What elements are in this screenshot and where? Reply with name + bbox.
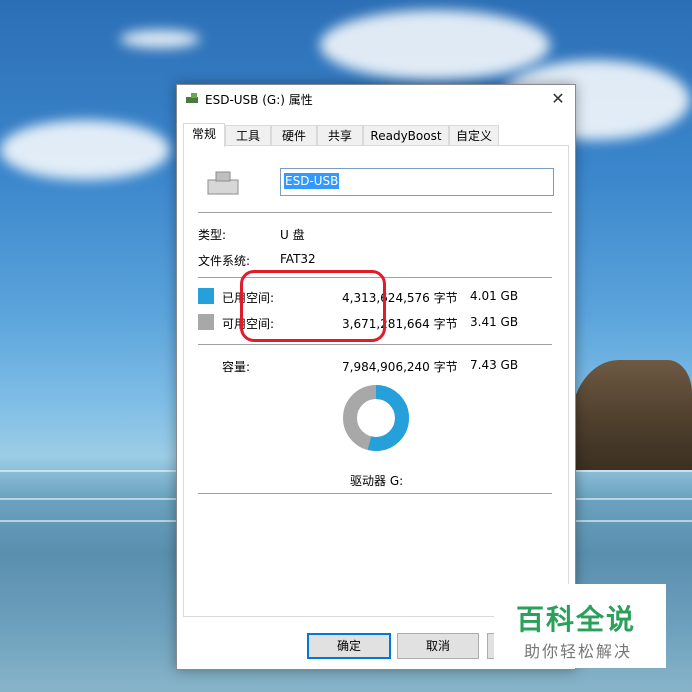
divider <box>198 493 552 494</box>
capacity-gb: 7.43 GB <box>470 358 519 372</box>
filesystem-label: 文件系统: <box>198 254 251 268</box>
free-space-gb: 3.41 GB <box>470 315 519 329</box>
capacity-label: 容量: <box>222 360 251 374</box>
window-title: ESD-USB (G:) 属性 <box>205 93 313 107</box>
tab-hardware[interactable]: 硬件 <box>271 125 317 146</box>
capacity-bytes: 7,984,906,240 字节 <box>342 360 458 374</box>
tab-tools[interactable]: 工具 <box>225 125 271 146</box>
type-label: 类型: <box>198 228 227 242</box>
tab-readyboost[interactable]: ReadyBoost <box>363 125 449 146</box>
usb-drive-icon <box>186 93 198 103</box>
used-space-swatch <box>198 288 214 304</box>
annotation-circle <box>240 270 386 342</box>
tab-general[interactable]: 常规 <box>183 123 225 147</box>
drive-name-value: ESD-USB <box>284 173 340 189</box>
usb-drive-icon <box>207 171 239 195</box>
properties-dialog: ESD-USB (G:) 属性 ✕ 常规 工具 硬件 共享 ReadyBoost… <box>176 84 576 670</box>
drive-name-input[interactable]: ESD-USB <box>280 168 554 196</box>
cancel-button[interactable]: 取消 <box>397 633 479 659</box>
watermark-title: 百科全说 <box>516 603 637 636</box>
watermark-subtitle: 助你轻松解决 <box>524 642 633 661</box>
cloud <box>320 10 550 80</box>
ok-button[interactable]: 确定 <box>307 633 391 659</box>
cloud <box>0 120 170 180</box>
filesystem-value: FAT32 <box>280 252 316 266</box>
tab-customize[interactable]: 自定义 <box>449 125 499 146</box>
watermark: 百科全说 助你轻松解决 <box>494 584 666 668</box>
divider <box>198 212 552 213</box>
title-bar: ESD-USB (G:) 属性 ✕ <box>177 85 575 113</box>
close-button[interactable]: ✕ <box>547 88 569 110</box>
drive-letter-label: 驱动器 G: <box>350 474 404 488</box>
rock-cliff <box>570 360 692 470</box>
divider <box>198 344 552 345</box>
cloud <box>120 30 200 48</box>
usage-donut-chart <box>343 385 409 451</box>
tab-sharing[interactable]: 共享 <box>317 125 363 146</box>
used-space-gb: 4.01 GB <box>470 289 519 303</box>
free-space-swatch <box>198 314 214 330</box>
type-value: U 盘 <box>280 228 305 242</box>
general-panel: ESD-USB 类型: U 盘 文件系统: FAT32 已用空间: 4,313,… <box>183 145 569 617</box>
